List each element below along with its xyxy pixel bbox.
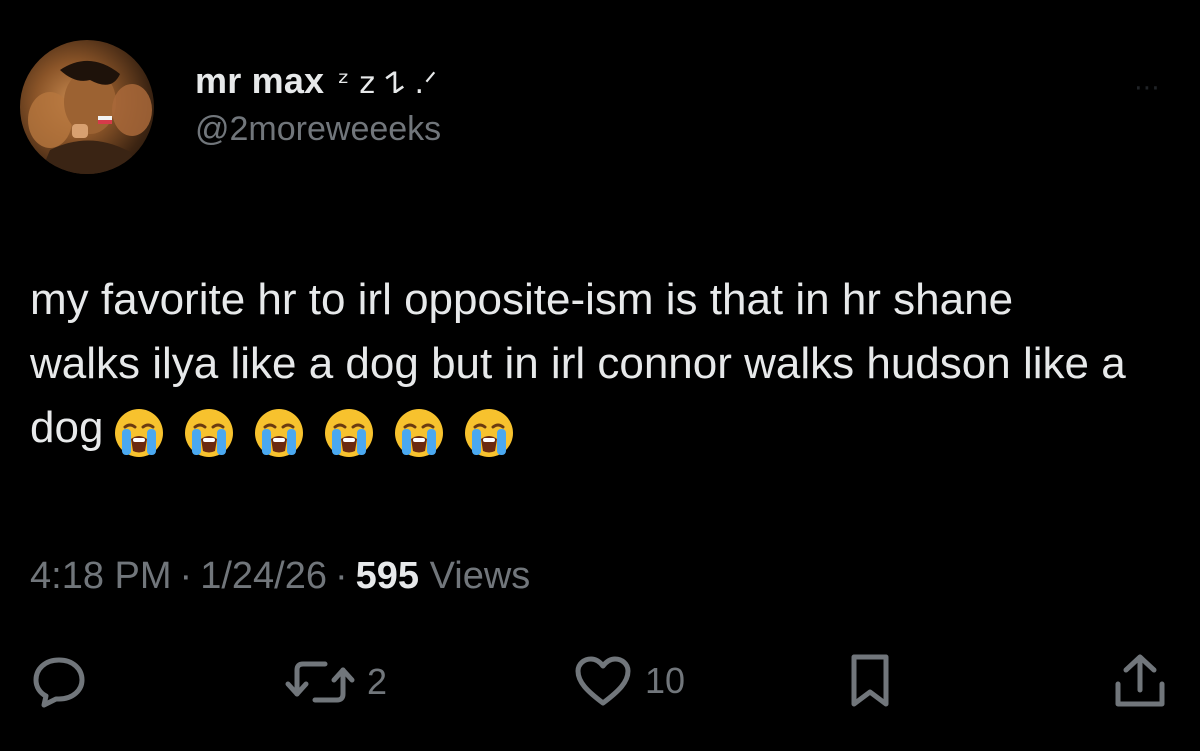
display-name-suffix: ᶻ z 𐰁 .ᐟ xyxy=(338,66,438,101)
avatar[interactable] xyxy=(20,40,154,174)
tweet-time[interactable]: 4:18 PM xyxy=(30,555,172,597)
bookmark-icon xyxy=(848,652,892,710)
meta-separator: · xyxy=(334,555,348,597)
loudly-crying-face-emoji xyxy=(325,408,374,457)
share-icon xyxy=(1112,652,1168,710)
more-options-icon[interactable]: ⋯ xyxy=(1134,72,1160,103)
loudly-crying-face-emoji xyxy=(395,408,444,457)
tweet-header: mr max ᶻ z 𐰁 .ᐟ @2moreweeeks ⋯ xyxy=(20,40,1160,180)
bookmark-button[interactable] xyxy=(848,652,892,710)
loudly-crying-face-emoji xyxy=(255,408,304,457)
like-button[interactable]: 10 xyxy=(573,654,685,708)
retweet-count: 2 xyxy=(367,661,388,702)
loudly-crying-face-emoji xyxy=(465,408,514,457)
reply-icon xyxy=(30,654,88,710)
tweet-meta: 4:18 PM · 1/24/26 · 595 Views xyxy=(30,555,530,598)
reply-button[interactable] xyxy=(30,654,88,710)
share-button[interactable] xyxy=(1112,652,1168,710)
tweet-date[interactable]: 1/24/26 xyxy=(200,555,327,597)
meta-separator: · xyxy=(179,555,193,597)
author-block: mr max ᶻ z 𐰁 .ᐟ @2moreweeeks xyxy=(195,60,441,149)
action-bar: 2 10 xyxy=(0,648,1200,718)
like-count: 10 xyxy=(645,660,686,701)
loudly-crying-face-emoji xyxy=(115,408,164,457)
retweet-icon xyxy=(285,656,355,708)
heart-icon xyxy=(573,654,633,708)
display-name-text: mr max xyxy=(195,60,325,101)
views-count: 595 xyxy=(355,555,420,597)
loudly-crying-face-emoji xyxy=(185,408,234,457)
tweet-body: my favorite hr to irl opposite-ism is th… xyxy=(30,268,1130,462)
user-handle[interactable]: @2moreweeeks xyxy=(195,110,441,149)
emoji-row xyxy=(113,398,533,462)
display-name[interactable]: mr max ᶻ z 𐰁 .ᐟ xyxy=(195,60,441,102)
views-label: Views xyxy=(429,555,531,597)
retweet-button[interactable]: 2 xyxy=(285,656,387,708)
